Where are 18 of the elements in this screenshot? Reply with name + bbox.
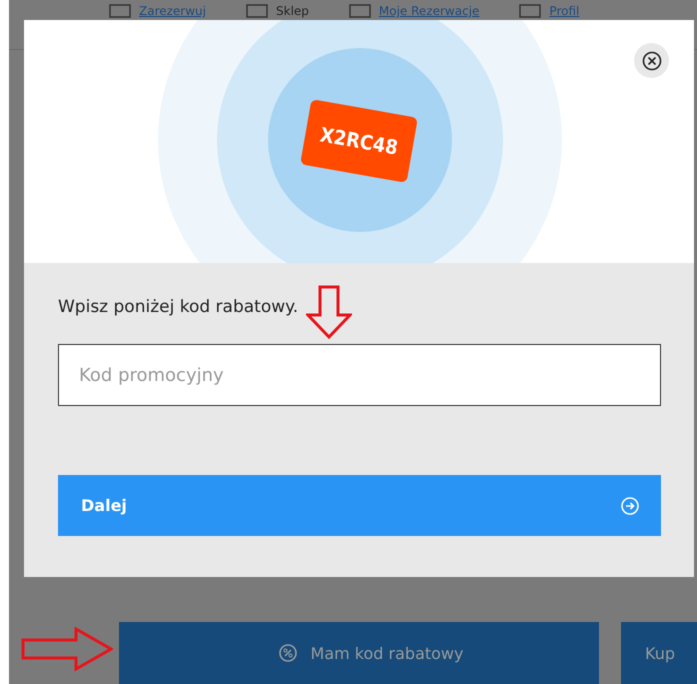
nav-link[interactable]: Zarezerwuj [109,4,206,18]
close-button[interactable] [634,43,669,78]
percent-circle-icon [278,644,297,662]
close-icon [642,50,662,70]
promo-code-field[interactable]: Kod promocyjny [58,344,661,406]
down-arrow-drawing [306,285,352,339]
nav-link[interactable]: Moje Rezerwacje [348,4,480,18]
arrow-circle-icon [621,496,639,514]
discount-code-button[interactable]: Mam kod rabatowy [119,622,599,684]
nav-icon [246,4,268,18]
nav-link[interactable]: Profil [519,4,580,18]
buy-button[interactable]: Kup [621,622,697,684]
nav-link[interactable]: Sklep [246,4,309,18]
nav-icon [109,4,131,18]
nav-icon [519,4,542,18]
next-button[interactable]: Dalej [58,475,661,536]
nav-icon [348,4,371,18]
prompt-text: Wpisz poniżej kod rabatowy. [58,297,300,319]
